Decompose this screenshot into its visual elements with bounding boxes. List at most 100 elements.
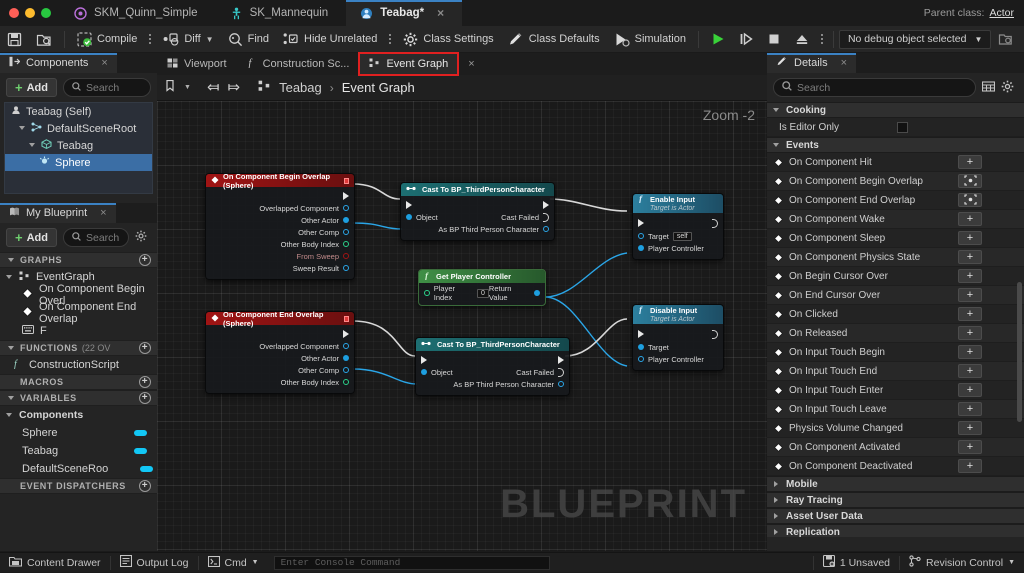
event-row-on-clicked[interactable]: On Clicked + <box>767 305 1024 324</box>
chevron-down-icon[interactable] <box>19 125 26 132</box>
list-item-construction-script[interactable]: f ConstructionScript <box>0 356 157 374</box>
close-icon[interactable]: × <box>468 58 474 70</box>
node-on-component-begin-overlap[interactable]: On Component Begin Overlap (Sphere) Over… <box>205 173 355 280</box>
add-event-button[interactable]: + <box>958 155 982 169</box>
output-pin-cast-failed[interactable]: Cast Failed <box>501 213 554 222</box>
node-disable-input[interactable]: f Disable Input Target is Actor Target <box>632 304 724 371</box>
event-row-on-component-hit[interactable]: On Component Hit + <box>767 153 1024 172</box>
output-pin-as-bp-third-person-character[interactable]: As BP Third Person Character <box>453 380 569 389</box>
category-header-replication[interactable]: Replication <box>767 524 1024 537</box>
section-header-graphs[interactable]: GRAPHS + <box>0 252 157 268</box>
eject-button[interactable] <box>788 26 816 53</box>
is-editor-only-checkbox[interactable] <box>897 122 908 133</box>
add-event-dispatcher-button[interactable]: + <box>139 480 151 492</box>
blueprint-graph-canvas[interactable]: Zoom -2 BLUEPRINT <box>157 101 767 551</box>
close-icon[interactable]: × <box>101 57 107 69</box>
add-event-button[interactable]: + <box>958 383 982 397</box>
simulation-button[interactable]: Simulation <box>607 26 693 53</box>
tab-viewport[interactable]: Viewport <box>157 53 237 75</box>
chevron-down-icon[interactable] <box>6 412 13 419</box>
section-header-macros[interactable]: MACROS + <box>0 374 157 390</box>
close-icon[interactable]: × <box>437 6 444 20</box>
stop-button[interactable] <box>760 26 788 53</box>
parent-class-value[interactable]: Actor <box>989 7 1014 19</box>
debug-object-select[interactable]: No debug object selected ▼ <box>839 30 991 49</box>
step-button[interactable] <box>732 26 760 53</box>
window-tab-skm-quinn-simple[interactable]: SKM_Quinn_Simple <box>60 0 216 26</box>
back-button[interactable]: ⤆ <box>207 80 220 95</box>
output-pin-other-body-index[interactable]: Other Body Index <box>281 378 354 387</box>
exec-output-pin[interactable] <box>558 356 569 364</box>
chevron-down-icon[interactable] <box>6 274 13 281</box>
exec-output-pin[interactable] <box>343 330 354 338</box>
input-pin-object[interactable]: Object <box>401 213 438 222</box>
gear-icon[interactable] <box>135 230 151 245</box>
maximize-window-button[interactable] <box>41 8 51 18</box>
revision-control-button[interactable]: Revision Control ▼ <box>900 553 1024 573</box>
exec-input-pin[interactable] <box>416 356 427 364</box>
list-item-on-component-end-overlap[interactable]: On Component End Overlap <box>0 304 157 322</box>
chevron-right-icon[interactable] <box>773 529 780 536</box>
output-pin-other-body-index[interactable]: Other Body Index <box>281 240 354 249</box>
add-event-button[interactable]: + <box>958 212 982 226</box>
list-item-variable-default-scene-root[interactable]: DefaultSceneRoo <box>0 460 157 478</box>
output-pin-return-value[interactable]: Return Value <box>489 284 545 302</box>
output-pin-from-sweep[interactable]: From Sweep <box>296 252 354 261</box>
output-pin-overlapped-component[interactable]: Overlapped Component <box>259 342 354 351</box>
chevron-down-icon[interactable]: ▼ <box>252 559 259 566</box>
node-enable-input[interactable]: f Enable Input Target is Actor Target se… <box>632 193 724 260</box>
list-item-variable-sphere[interactable]: Sphere <box>0 424 157 442</box>
view-event-button[interactable] <box>958 193 982 207</box>
compile-options-button[interactable] <box>144 34 156 44</box>
debug-browse-button[interactable] <box>991 26 1021 53</box>
output-log-button[interactable]: Output Log <box>111 553 198 573</box>
exec-output-pin[interactable] <box>543 201 554 209</box>
category-header-mobile[interactable]: Mobile <box>767 476 1024 492</box>
exec-input-pin[interactable] <box>633 219 644 227</box>
add-event-button[interactable]: + <box>958 459 982 473</box>
add-event-button[interactable]: + <box>958 345 982 359</box>
chevron-down-icon[interactable] <box>8 345 15 352</box>
add-blueprint-item-button[interactable]: + Add <box>6 228 57 247</box>
output-pin-overlapped-component[interactable]: Overlapped Component <box>259 204 354 213</box>
chevron-down-icon[interactable]: ▼ <box>1008 559 1015 566</box>
bookmark-icon[interactable] <box>165 80 176 95</box>
output-pin-as-bp-third-person-character[interactable]: As BP Third Person Character <box>438 225 554 234</box>
node-cast-to-bp-third-person-character-1[interactable]: Cast To BP_ThirdPersonCharacter Object C… <box>400 182 555 241</box>
input-pin-player-index[interactable]: Player Index 0 <box>419 284 489 302</box>
add-event-button[interactable]: + <box>958 364 982 378</box>
input-pin-player-controller[interactable]: Player Controller <box>633 244 704 253</box>
chevron-down-icon[interactable] <box>773 142 780 149</box>
chevron-down-icon[interactable] <box>773 107 780 114</box>
window-tab-sk-mannequin[interactable]: SK_Mannequin <box>216 0 347 26</box>
list-item-components-category[interactable]: Components <box>0 406 157 424</box>
exec-input-pin[interactable] <box>633 330 644 338</box>
add-event-button[interactable]: + <box>958 421 982 435</box>
hide-unrelated-options-button[interactable] <box>384 34 396 44</box>
tab-my-blueprint[interactable]: My Blueprint × <box>0 203 116 223</box>
cmd-button[interactable]: Cmd ▼ <box>199 553 268 573</box>
event-row-physics-volume-changed[interactable]: Physics Volume Changed + <box>767 419 1024 438</box>
minimize-window-button[interactable] <box>25 8 35 18</box>
event-row-on-input-touch-end[interactable]: On Input Touch End + <box>767 362 1024 381</box>
tab-event-graph[interactable]: Event Graph <box>359 53 458 75</box>
output-pin-cast-failed[interactable]: Cast Failed <box>516 368 569 377</box>
content-drawer-button[interactable]: Content Drawer <box>0 553 110 573</box>
class-settings-button[interactable]: Class Settings <box>396 26 500 53</box>
add-event-button[interactable]: + <box>958 440 982 454</box>
details-scrollbar[interactable] <box>1017 282 1022 422</box>
event-row-on-component-begin-overlap[interactable]: On Component Begin Overlap <box>767 172 1024 191</box>
find-button[interactable]: Find <box>221 26 276 53</box>
components-search-input[interactable]: Search <box>63 78 151 97</box>
close-window-button[interactable] <box>9 8 19 18</box>
play-options-button[interactable] <box>816 34 828 44</box>
node-get-player-controller[interactable]: f Get Player Controller Player Index 0 R… <box>418 269 546 306</box>
chevron-right-icon[interactable] <box>773 513 780 520</box>
add-event-button[interactable]: + <box>958 288 982 302</box>
tab-details[interactable]: Details × <box>767 53 856 73</box>
category-header-events[interactable]: Events <box>767 137 1024 153</box>
category-header-cooking[interactable]: Cooking <box>767 102 1024 118</box>
target-value[interactable]: self <box>673 232 692 241</box>
event-row-on-input-touch-begin[interactable]: On Input Touch Begin + <box>767 343 1024 362</box>
chevron-right-icon[interactable] <box>773 497 780 504</box>
